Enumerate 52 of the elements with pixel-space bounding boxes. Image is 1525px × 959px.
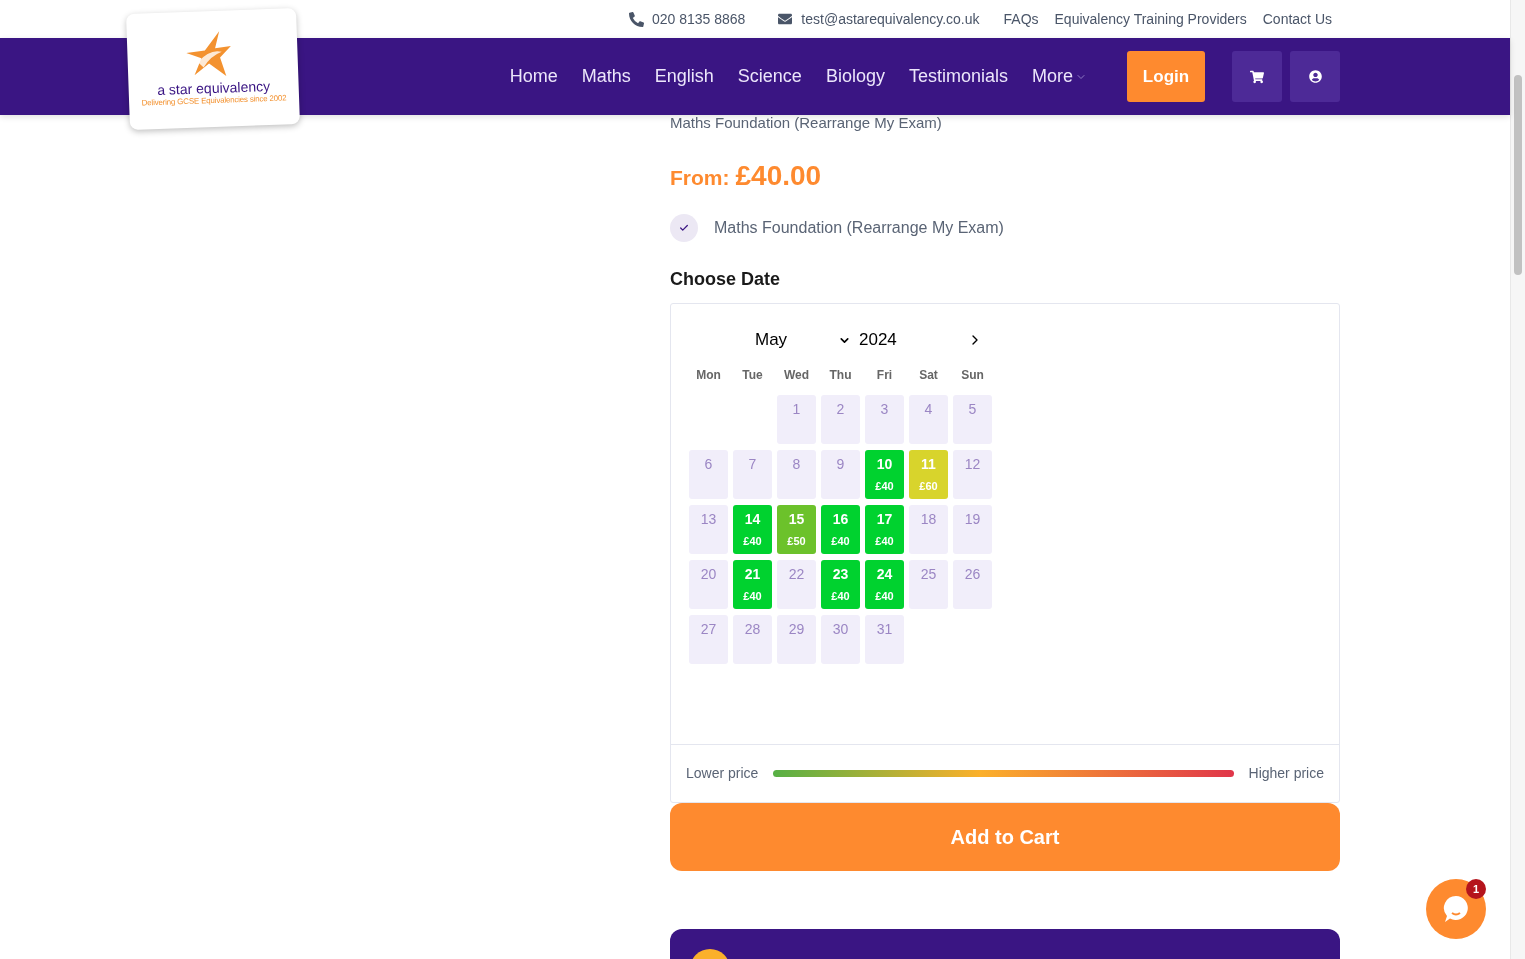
date-cell: 20 — [689, 560, 728, 609]
nav-link[interactable]: English — [654, 63, 714, 90]
weekday-label: Wed — [782, 367, 811, 384]
logo-card[interactable]: a star equivalency Delivering GCSE Equivalencies since 2002 — [126, 8, 300, 130]
weekday-label: Sat — [918, 367, 939, 384]
date-cell: 8 — [777, 450, 816, 499]
price: £40.00 — [735, 159, 822, 193]
date-cell: 22 — [777, 560, 816, 609]
top-link[interactable]: Equivalency Training Providers — [1054, 8, 1247, 30]
date-cell: 27 — [689, 615, 728, 664]
weekday-label: Mon — [695, 367, 722, 384]
nav-link[interactable]: More — [1032, 63, 1087, 90]
nav-link[interactable]: Maths — [581, 63, 631, 90]
date-cell: 29 — [777, 615, 816, 664]
date-cell: 3 — [865, 395, 904, 444]
date-cell: 18 — [909, 505, 948, 554]
month-select[interactable]: May — [689, 327, 855, 353]
date-cell: 13 — [689, 505, 728, 554]
date-cell: 25 — [909, 560, 948, 609]
option-label: Maths Foundation (Rearrange My Exam) — [714, 218, 1004, 238]
nav-link[interactable]: Testimonials — [908, 63, 1008, 90]
price-label: From: — [670, 165, 730, 191]
section-heading: Choose Date — [670, 268, 782, 291]
year-select[interactable]: 2024 — [859, 327, 897, 353]
date-cell: 2 — [821, 395, 860, 444]
weekday-label: Fri — [875, 367, 894, 384]
date-cell: 6 — [689, 450, 728, 499]
date-cell: 19 — [953, 505, 992, 554]
nav-link[interactable]: Biology — [825, 63, 885, 90]
top-link[interactable]: Contact Us — [1262, 8, 1332, 30]
notification-badge: 1 — [1466, 879, 1486, 899]
nav-link[interactable]: Home — [509, 63, 558, 90]
date-cell: 26 — [953, 560, 992, 609]
weekday-label: Tue — [741, 367, 764, 384]
date-cell: 1 — [777, 395, 816, 444]
weekday-label: Thu — [828, 367, 853, 384]
date-cell: 7 — [733, 450, 772, 499]
legend-low: Lower price — [686, 764, 759, 783]
date-cell: 12 — [953, 450, 992, 499]
legend-high: Higher price — [1248, 764, 1324, 783]
weekday-label: Sun — [960, 367, 985, 384]
email-link[interactable]: test@astarequivalency.co.uk — [801, 8, 980, 30]
nav-link[interactable]: Science — [737, 63, 802, 90]
phone-number: 020 8135 8868 — [651, 9, 746, 29]
date-cell: 28 — [733, 615, 772, 664]
date-cell: 4 — [909, 395, 948, 444]
date-cell: 30 — [821, 615, 860, 664]
date-cell: 5 — [953, 395, 992, 444]
top-link[interactable]: FAQs — [1003, 8, 1039, 30]
product-subtitle: Maths Foundation (Rearrange My Exam) — [670, 115, 943, 131]
date-cell: 31 — [865, 615, 904, 664]
date-cell: 9 — [821, 450, 860, 499]
